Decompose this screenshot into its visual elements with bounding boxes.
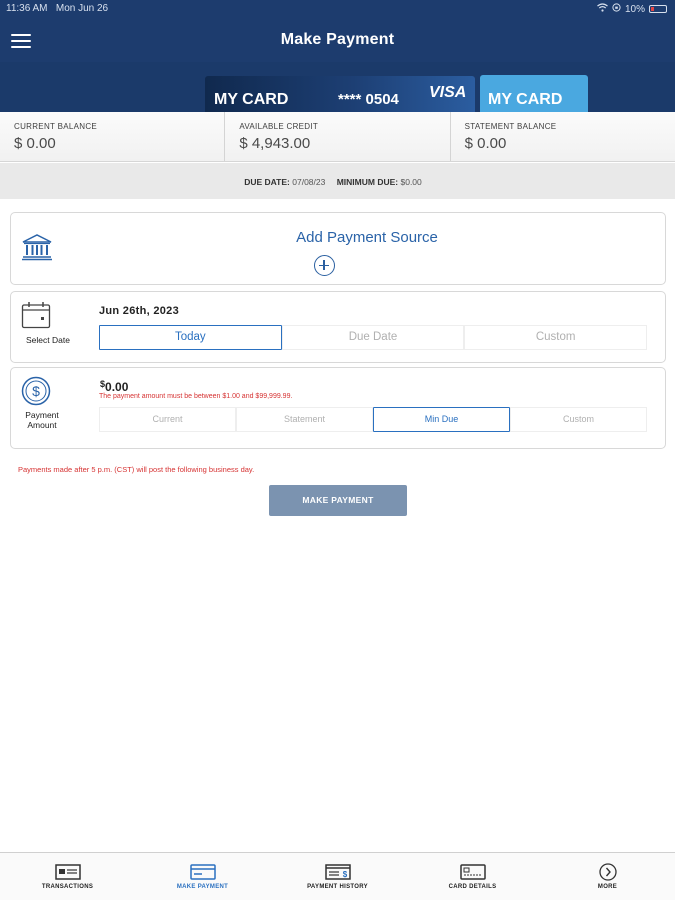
status-date: Mon Jun 26 <box>55 3 109 14</box>
transactions-icon <box>54 863 81 881</box>
select-date-label: Select Date <box>26 335 70 345</box>
available-credit-value: $ 4,943.00 <box>239 135 311 152</box>
calendar-icon <box>21 301 51 329</box>
dollar-icon: $ <box>21 376 51 406</box>
card-name: MY CARD <box>214 91 289 108</box>
make-payment-screen: 11:36 AM Mon Jun 26 10% Make Payment MY … <box>0 0 675 900</box>
payment-amount-input[interactable]: $0.00 <box>100 379 128 394</box>
chevron-right-circle-icon <box>595 863 621 881</box>
amount-option-current[interactable]: Current <box>99 407 236 432</box>
selected-date: Jun 26th, 2023 <box>99 305 180 317</box>
add-payment-source-label[interactable]: Add Payment Source <box>11 229 675 246</box>
due-info: DUE DATE: 07/08/23 MINIMUM DUE: $0.00 <box>0 163 675 199</box>
tab-make-payment-label: MAKE PAYMENT <box>176 884 229 890</box>
tab-transactions-label: TRANSACTIONS <box>41 884 94 890</box>
date-option-custom[interactable]: Custom <box>464 325 648 350</box>
battery-percent: 10% <box>624 3 645 15</box>
status-time: 11:36 AM <box>6 3 48 14</box>
due-date-label: DUE DATE: <box>244 177 290 187</box>
balance-summary: CURRENT BALANCE $ 0.00 AVAILABLE CREDIT … <box>0 112 675 162</box>
tab-card-details[interactable]: CARD DETAILS <box>405 853 540 900</box>
amount-options: Current Statement Min Due Custom <box>99 407 647 432</box>
visa-logo: VISA <box>429 84 467 101</box>
page-title: Make Payment <box>280 31 395 48</box>
tab-transactions[interactable]: TRANSACTIONS <box>0 853 135 900</box>
tab-more-label: MORE <box>597 884 618 890</box>
statement-balance-value: $ 0.00 <box>464 135 507 152</box>
add-circle-icon[interactable] <box>314 255 335 276</box>
amount-option-min-due[interactable]: Min Due <box>373 407 510 432</box>
payment-source-panel[interactable]: Add Payment Source <box>10 212 666 285</box>
cutoff-notice: Payments made after 5 p.m. (CST) will po… <box>18 465 255 474</box>
available-credit: AVAILABLE CREDIT $ 4,943.00 <box>225 112 451 161</box>
statement-balance: STATEMENT BALANCE $ 0.00 <box>451 112 675 161</box>
amount-option-custom[interactable]: Custom <box>510 407 647 432</box>
make-payment-icon <box>189 863 216 881</box>
date-option-today[interactable]: Today <box>99 325 282 350</box>
status-bar: 11:36 AM Mon Jun 26 10% <box>0 0 675 18</box>
orientation-lock-icon <box>612 3 621 15</box>
other-card[interactable]: MY CARD <box>480 75 588 112</box>
tab-card-details-label: CARD DETAILS <box>448 884 497 890</box>
payment-amount-panel: $ Payment Amount $0.00 The payment amoun… <box>10 367 666 449</box>
date-option-due-date[interactable]: Due Date <box>281 325 465 350</box>
selected-card[interactable]: MY CARD **** 0504 VISA <box>205 76 475 112</box>
card-details-icon <box>459 863 486 881</box>
tab-make-payment[interactable]: MAKE PAYMENT <box>135 853 270 900</box>
amount-error-message: The payment amount must be between $1.00… <box>99 393 293 400</box>
other-card-name: MY CARD <box>488 91 563 108</box>
svg-text:$: $ <box>342 870 347 879</box>
available-credit-label: AVAILABLE CREDIT <box>239 122 319 131</box>
current-balance-value: $ 0.00 <box>14 135 56 152</box>
amount-option-statement[interactable]: Statement <box>236 407 373 432</box>
statement-balance-label: STATEMENT BALANCE <box>464 122 557 131</box>
svg-text:$: $ <box>32 383 40 399</box>
tab-payment-history-label: PAYMENT HISTORY <box>307 884 368 890</box>
select-date-panel: Select Date Jun 26th, 2023 Today Due Dat… <box>10 291 666 363</box>
wifi-icon <box>597 3 608 15</box>
tab-more[interactable]: MORE <box>540 853 675 900</box>
top-header: 11:36 AM Mon Jun 26 10% Make Payment MY … <box>0 0 675 112</box>
current-balance: CURRENT BALANCE $ 0.00 <box>0 112 226 161</box>
make-payment-button[interactable]: MAKE PAYMENT <box>269 485 407 516</box>
payment-amount-label: Payment Amount <box>25 410 59 430</box>
date-options: Today Due Date Custom <box>99 325 648 350</box>
battery-icon <box>649 5 667 13</box>
minimum-due-label: MINIMUM DUE: <box>336 177 399 187</box>
current-balance-label: CURRENT BALANCE <box>14 122 98 131</box>
card-number: **** 0504 <box>338 91 399 108</box>
due-date-value: 07/08/23 <box>292 177 326 187</box>
tab-payment-history[interactable]: $ PAYMENT HISTORY <box>270 853 405 900</box>
minimum-due-value: $0.00 <box>400 177 422 187</box>
bottom-tab-bar: TRANSACTIONS MAKE PAYMENT $ PAYMENT HIST… <box>0 852 675 900</box>
payment-history-icon: $ <box>324 863 351 881</box>
